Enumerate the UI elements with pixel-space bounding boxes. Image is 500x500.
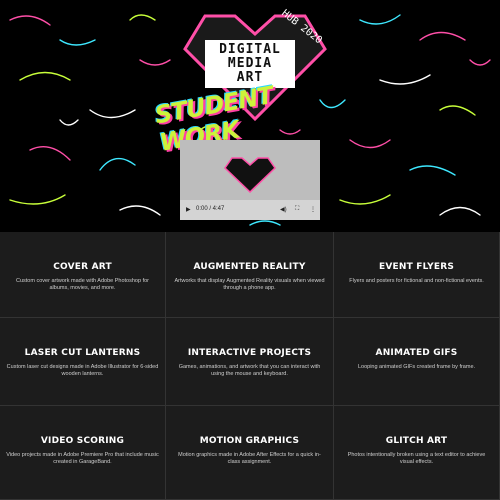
- play-icon[interactable]: ▶: [186, 206, 191, 213]
- project-description: Looping animated GIFs created frame by f…: [357, 364, 476, 370]
- more-options-icon[interactable]: ⋮: [310, 206, 316, 213]
- hero-banner: DIGITAL MEDIA ART HUB 2020 STUDENT WORK …: [0, 0, 500, 232]
- project-card-augmented-reality[interactable]: AUGMENTED REALITY Artworks that display …: [166, 232, 334, 318]
- heart-icon: [224, 157, 276, 194]
- project-description: Artworks that display Augmented Reality …: [174, 278, 325, 291]
- project-card-motion-graphics[interactable]: MOTION GRAPHICS Motion graphics made in …: [166, 406, 334, 500]
- project-title[interactable]: COVER ART: [53, 262, 112, 272]
- project-title[interactable]: MOTION GRAPHICS: [200, 436, 299, 446]
- project-grid: COVER ART Custom cover artwork made with…: [0, 232, 500, 500]
- project-title[interactable]: INTERACTIVE PROJECTS: [188, 348, 311, 358]
- volume-icon[interactable]: ◀): [280, 206, 287, 213]
- project-description: Motion graphics made in Adobe After Effe…: [178, 452, 321, 465]
- project-description: Games, animations, and artwork that you …: [178, 364, 321, 377]
- project-card-cover-art[interactable]: COVER ART Custom cover artwork made with…: [0, 232, 166, 318]
- project-title[interactable]: AUGMENTED REALITY: [193, 262, 305, 272]
- project-title[interactable]: VIDEO SCORING: [41, 436, 124, 446]
- video-player[interactable]: ▶ 0:00 / 4:47 ◀) ⛶ ⋮: [180, 140, 320, 220]
- project-description: Custom laser cut designs made in Adobe I…: [6, 364, 159, 377]
- project-title[interactable]: EVENT FLYERS: [379, 262, 454, 272]
- project-description: Photos intentionally broken using a text…: [347, 452, 486, 465]
- project-title[interactable]: LASER CUT LANTERNS: [25, 348, 141, 358]
- project-card-event-flyers[interactable]: EVENT FLYERS Flyers and posters for fict…: [334, 232, 500, 318]
- project-description: Flyers and posters for fictional and non…: [349, 278, 484, 284]
- project-description: Video projects made in Adobe Premiere Pr…: [6, 452, 159, 465]
- project-title[interactable]: GLITCH ART: [386, 436, 448, 446]
- project-card-video-scoring[interactable]: VIDEO SCORING Video projects made in Ado…: [0, 406, 166, 500]
- project-card-interactive-projects[interactable]: INTERACTIVE PROJECTS Games, animations, …: [166, 318, 334, 406]
- fullscreen-icon[interactable]: ⛶: [295, 206, 299, 213]
- project-title[interactable]: ANIMATED GIFS: [376, 348, 458, 358]
- project-description: Custom cover artwork made with Adobe Pho…: [16, 278, 149, 291]
- video-time: 0:00 / 4:47: [196, 206, 225, 212]
- project-card-glitch-art[interactable]: GLITCH ART Photos intentionally broken u…: [334, 406, 500, 500]
- project-card-animated-gifs[interactable]: ANIMATED GIFS Looping animated GIFs crea…: [334, 318, 500, 406]
- video-screen[interactable]: [180, 140, 320, 200]
- video-controls: ▶ 0:00 / 4:47 ◀) ⛶ ⋮: [180, 200, 320, 220]
- project-card-laser-cut-lanterns[interactable]: LASER CUT LANTERNS Custom laser cut desi…: [0, 318, 166, 406]
